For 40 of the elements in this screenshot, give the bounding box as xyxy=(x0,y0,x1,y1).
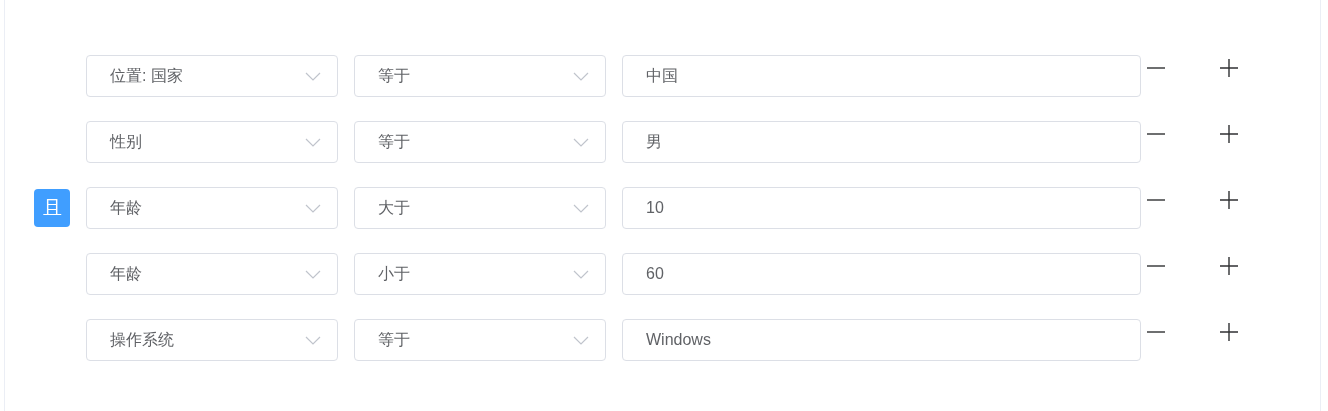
select-dropdown[interactable]: 等于 xyxy=(354,55,606,97)
select-dropdown[interactable]: 大于 xyxy=(354,187,606,229)
value-input[interactable]: 男 xyxy=(622,121,1141,163)
minus-icon xyxy=(1147,133,1165,135)
value-input[interactable]: 10 xyxy=(622,187,1141,229)
select-dropdown[interactable]: 位置: 国家 xyxy=(86,55,338,97)
chevron-down-icon xyxy=(573,71,589,81)
plus-icon xyxy=(1220,257,1238,275)
plus-icon xyxy=(1220,323,1238,341)
add-condition-button[interactable] xyxy=(1220,59,1238,77)
select-dropdown[interactable]: 性别 xyxy=(86,121,338,163)
select-dropdown[interactable]: 等于 xyxy=(354,319,606,361)
chevron-down-icon xyxy=(305,137,321,147)
chevron-down-icon xyxy=(305,203,321,213)
chevron-down-icon xyxy=(573,203,589,213)
chevron-down-icon xyxy=(573,335,589,345)
plus-icon xyxy=(1220,191,1238,209)
chevron-down-icon xyxy=(573,269,589,279)
minus-icon xyxy=(1147,331,1165,333)
select-dropdown[interactable]: 操作系统 xyxy=(86,319,338,361)
plus-icon xyxy=(1220,59,1238,77)
value-input[interactable]: 中国 xyxy=(622,55,1141,97)
value-input[interactable]: Windows xyxy=(622,319,1141,361)
minus-icon xyxy=(1147,199,1165,201)
select-dropdown[interactable]: 年龄 xyxy=(86,253,338,295)
select-dropdown[interactable]: 等于 xyxy=(354,121,606,163)
plus-icon xyxy=(1220,125,1238,143)
add-condition-button[interactable] xyxy=(1220,125,1238,143)
chevron-down-icon xyxy=(305,335,321,345)
add-condition-button[interactable] xyxy=(1220,323,1238,341)
chevron-down-icon xyxy=(305,269,321,279)
add-condition-button[interactable] xyxy=(1220,257,1238,275)
minus-icon xyxy=(1147,67,1165,69)
select-dropdown[interactable]: 小于 xyxy=(354,253,606,295)
add-condition-button[interactable] xyxy=(1220,191,1238,209)
chevron-down-icon xyxy=(305,71,321,81)
chevron-down-icon xyxy=(573,137,589,147)
value-input[interactable]: 60 xyxy=(622,253,1141,295)
select-dropdown[interactable]: 年龄 xyxy=(86,187,338,229)
minus-icon xyxy=(1147,265,1165,267)
